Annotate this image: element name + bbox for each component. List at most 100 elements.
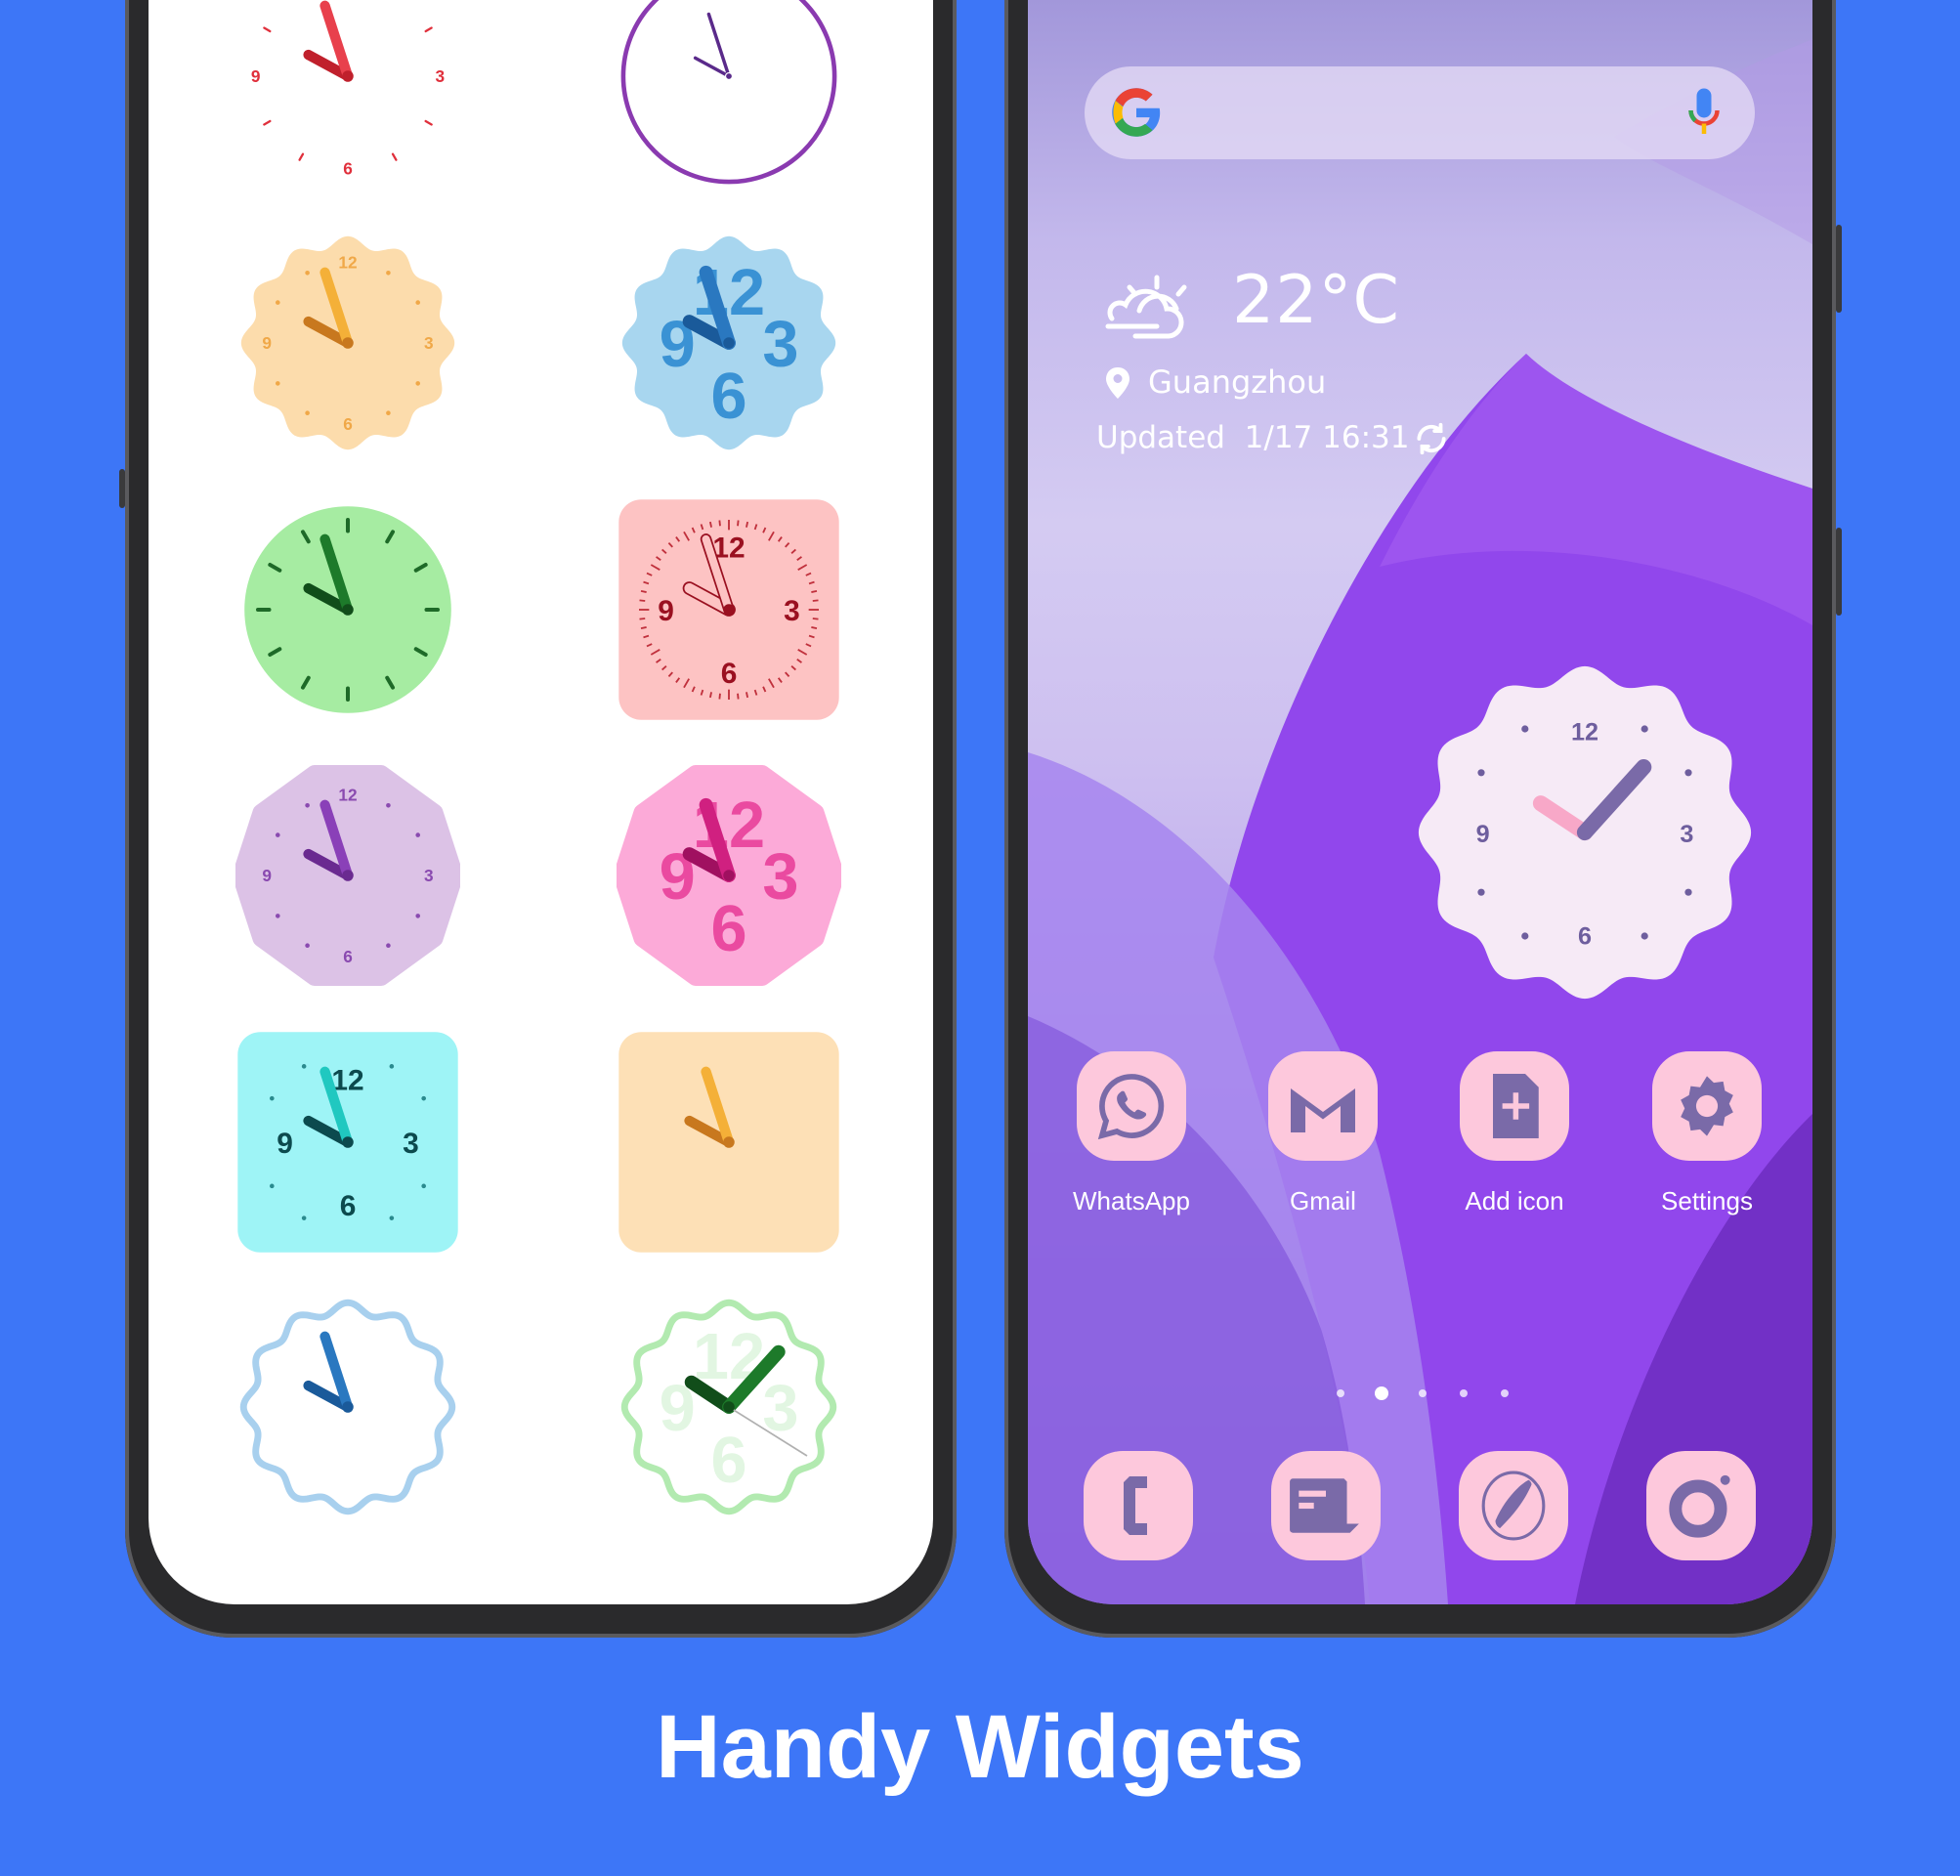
tick-mark bbox=[640, 626, 647, 630]
tick-mark bbox=[639, 599, 646, 602]
clock-widget-option[interactable]: 12369 bbox=[617, 497, 841, 722]
clock-widget-option[interactable] bbox=[235, 497, 460, 722]
clock-widget-option[interactable]: 12369 bbox=[617, 1295, 841, 1519]
tick-dot bbox=[301, 1064, 307, 1069]
clock-numeral: 3 bbox=[436, 66, 446, 86]
tick-dot bbox=[1640, 725, 1648, 733]
tick-mark bbox=[812, 599, 819, 602]
tick-dot bbox=[415, 381, 421, 386]
clock-center bbox=[342, 604, 354, 616]
clock-numeral: 6 bbox=[710, 361, 746, 433]
clock-widget-option[interactable]: 12369 bbox=[235, 1030, 460, 1255]
updated-time: Updated 1/17 16:31 bbox=[1096, 420, 1410, 455]
tick-dot bbox=[1640, 932, 1648, 940]
dock-camera-app[interactable] bbox=[1646, 1451, 1756, 1560]
tick-dot bbox=[275, 300, 280, 305]
tick-mark bbox=[639, 618, 646, 620]
clock-face bbox=[620, 0, 837, 185]
clock-center bbox=[723, 604, 735, 616]
home-screen: 22°C Guangzhou Updated 1/17 16:31 12 3 6 9 … bbox=[1028, 0, 1812, 1604]
clock-widget-option[interactable]: 12369 bbox=[235, 0, 460, 189]
tick-dot bbox=[415, 832, 421, 837]
clock-widget-option[interactable]: 12369 bbox=[617, 231, 841, 455]
app-whatsapp[interactable]: WhatsApp bbox=[1073, 1051, 1190, 1216]
tick-mark bbox=[811, 626, 818, 630]
app-label: Settings bbox=[1661, 1186, 1753, 1215]
microphone-icon[interactable] bbox=[1686, 86, 1722, 141]
tick-dot bbox=[421, 1095, 426, 1101]
page-dot[interactable] bbox=[1337, 1389, 1344, 1397]
tick-dot bbox=[1684, 769, 1692, 777]
app-gmail[interactable]: Gmail bbox=[1264, 1051, 1382, 1216]
messages-icon bbox=[1287, 1474, 1365, 1537]
page-dot[interactable] bbox=[1501, 1389, 1509, 1397]
tick-dot bbox=[305, 943, 310, 949]
clock-widget-option[interactable] bbox=[617, 1030, 841, 1255]
tick-dot bbox=[386, 270, 391, 276]
tick-mark bbox=[718, 693, 721, 700]
clock-widget-option[interactable]: 12369 bbox=[235, 763, 460, 988]
tick-dot bbox=[389, 1064, 395, 1069]
app-settings[interactable]: Settings bbox=[1648, 1051, 1766, 1216]
clock-numeral: 3 bbox=[762, 309, 798, 381]
tick-mark bbox=[298, 152, 305, 161]
tick-mark bbox=[811, 589, 818, 593]
clock-widget[interactable]: 12 3 6 9 bbox=[1409, 657, 1761, 1008]
plus-icon bbox=[1460, 1051, 1569, 1161]
clock-numeral: 3 bbox=[1680, 821, 1693, 848]
tick-dot bbox=[1477, 769, 1485, 777]
clock-center bbox=[723, 1401, 735, 1413]
tick-dot bbox=[415, 914, 421, 918]
tick-mark bbox=[737, 693, 740, 700]
tick-dot bbox=[421, 1183, 426, 1189]
dock-browser-app[interactable] bbox=[1459, 1451, 1568, 1560]
google-search-bar[interactable] bbox=[1085, 66, 1755, 159]
page-dot[interactable] bbox=[1419, 1389, 1427, 1397]
google-g-icon bbox=[1112, 88, 1161, 137]
clock-numeral: 6 bbox=[343, 414, 353, 434]
tick-dot bbox=[270, 1095, 275, 1101]
clock-widget-option[interactable]: 12369 bbox=[235, 231, 460, 455]
clock-numeral: 6 bbox=[710, 1425, 746, 1497]
partly-cloudy-icon bbox=[1105, 275, 1187, 339]
tick-dot bbox=[275, 832, 280, 837]
side-button bbox=[119, 469, 125, 508]
page-dot[interactable] bbox=[1460, 1389, 1468, 1397]
tick-dot bbox=[1521, 725, 1529, 733]
tick-dot bbox=[389, 1215, 395, 1220]
clock-numeral: 6 bbox=[1578, 922, 1592, 950]
tick-dot bbox=[275, 914, 280, 918]
clock-center bbox=[723, 337, 735, 349]
app-add-icon[interactable]: Add icon bbox=[1456, 1051, 1573, 1216]
clock-widget-option[interactable] bbox=[235, 1295, 460, 1519]
location-pin-icon bbox=[1106, 367, 1129, 399]
volume-button bbox=[1836, 225, 1842, 313]
tick-dot bbox=[386, 410, 391, 416]
clock-numeral: 6 bbox=[721, 658, 738, 690]
clock-center bbox=[342, 1401, 354, 1413]
clock-numeral: 6 bbox=[340, 1190, 357, 1222]
clock-numeral: 3 bbox=[784, 595, 800, 627]
gmail-icon bbox=[1268, 1051, 1378, 1161]
refresh-icon[interactable] bbox=[1413, 420, 1450, 457]
tick-dot bbox=[1684, 888, 1692, 896]
clock-numeral: 9 bbox=[251, 66, 261, 86]
tick-mark bbox=[708, 521, 712, 528]
tick-dot bbox=[1521, 932, 1529, 940]
dock-phone-app[interactable] bbox=[1084, 1451, 1193, 1560]
tick-dot bbox=[275, 381, 280, 386]
gear-icon bbox=[1652, 1051, 1762, 1161]
clock-center bbox=[342, 70, 354, 82]
clock-numeral: 9 bbox=[277, 1128, 293, 1160]
clock-widget-option[interactable]: 12369 bbox=[617, 763, 841, 988]
tick-mark bbox=[746, 521, 749, 528]
camera-icon bbox=[1665, 1470, 1737, 1542]
tick-mark bbox=[746, 692, 749, 699]
clock-center bbox=[342, 870, 354, 881]
clock-numeral: 9 bbox=[1476, 821, 1490, 848]
tick-mark bbox=[737, 520, 740, 527]
clock-widget-option[interactable] bbox=[617, 0, 841, 189]
page-dot[interactable] bbox=[1375, 1386, 1388, 1400]
tick-mark bbox=[424, 26, 433, 33]
dock-messages-app[interactable] bbox=[1271, 1451, 1381, 1560]
